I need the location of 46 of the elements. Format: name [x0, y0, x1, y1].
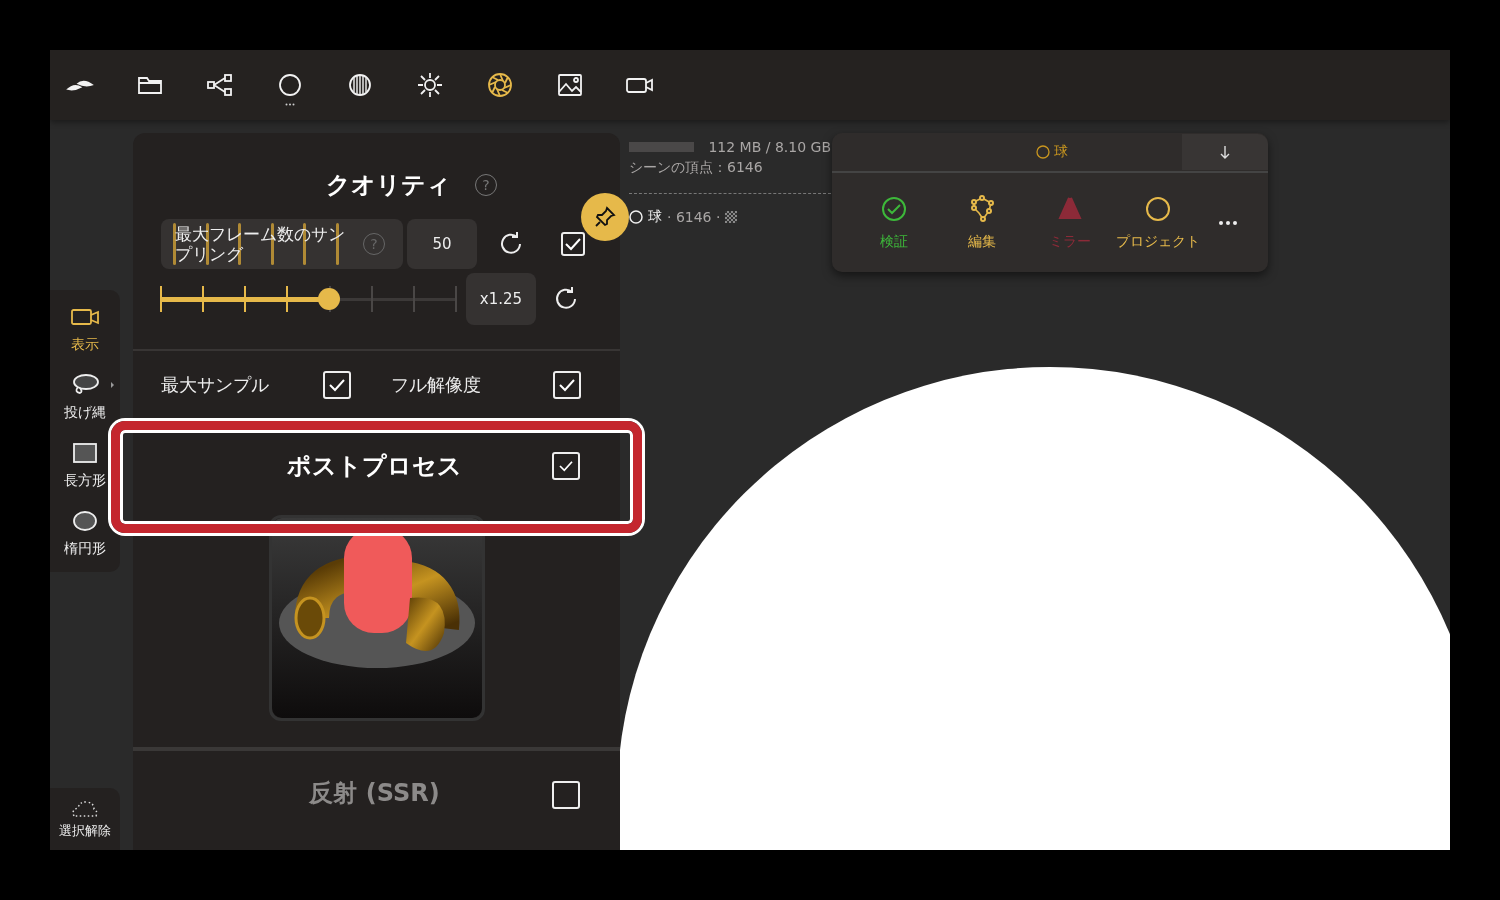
toolbar-button[interactable] [415, 70, 445, 100]
scale-slider-track[interactable] [161, 284, 456, 314]
checkmark-icon [564, 237, 582, 251]
download-icon [1219, 145, 1231, 159]
memory-usage: 112 MB / 8.10 GB [708, 139, 831, 155]
section-title: ポストプロセス [287, 451, 462, 482]
checkbox[interactable] [561, 232, 585, 256]
object-action-button[interactable]: 検証 [850, 194, 938, 251]
object-name[interactable]: 球 [648, 208, 662, 226]
check-icon [880, 194, 908, 223]
deselect-button[interactable]: 選択解除 [50, 788, 120, 850]
value-field[interactable]: x1.25 [466, 273, 536, 325]
value-field[interactable]: 50 [407, 219, 477, 269]
checkmark-icon [558, 378, 576, 392]
nodes-icon [968, 194, 996, 223]
toolbar-button[interactable] [485, 70, 515, 100]
checker-icon [725, 211, 738, 223]
checkbox[interactable] [553, 371, 581, 399]
object-action-button[interactable]: 編集 [938, 194, 1026, 251]
panel-title: クオリティ [326, 170, 451, 201]
sun-icon [415, 70, 445, 100]
circle-icon [1144, 194, 1172, 223]
more-icon[interactable] [1218, 219, 1238, 226]
dotted-cloud-icon [70, 798, 100, 820]
sphere-icon [629, 210, 643, 224]
option-label: 最大サンプル [161, 373, 270, 397]
side-tool-button[interactable]: 表示 [69, 304, 101, 354]
object-info: · 6146 · [667, 209, 721, 225]
pin-icon [593, 205, 617, 229]
checkbox[interactable] [323, 371, 351, 399]
side-tool-button[interactable]: 長方形 [64, 440, 106, 490]
sphere-icon [1036, 145, 1050, 159]
checkbox[interactable] [552, 452, 580, 480]
vertex-count: シーンの頂点：6146 [629, 159, 764, 177]
side-tool-button[interactable]: 楕円形 [64, 508, 106, 558]
option-label: フル解像度 [391, 373, 482, 397]
checkmark-icon [558, 460, 574, 472]
side-tool-button[interactable]: 投げ縄 [64, 372, 106, 422]
section-title: 反射 (SSR) [309, 778, 440, 809]
slider-thumb[interactable] [318, 288, 341, 310]
object-title: 球 [1054, 143, 1068, 161]
memory-bar [629, 142, 695, 152]
checkmark-icon [328, 378, 346, 392]
aperture-icon [485, 70, 515, 100]
object-action-button[interactable]: プロジェクト [1114, 194, 1202, 251]
logo-icon [65, 78, 95, 92]
